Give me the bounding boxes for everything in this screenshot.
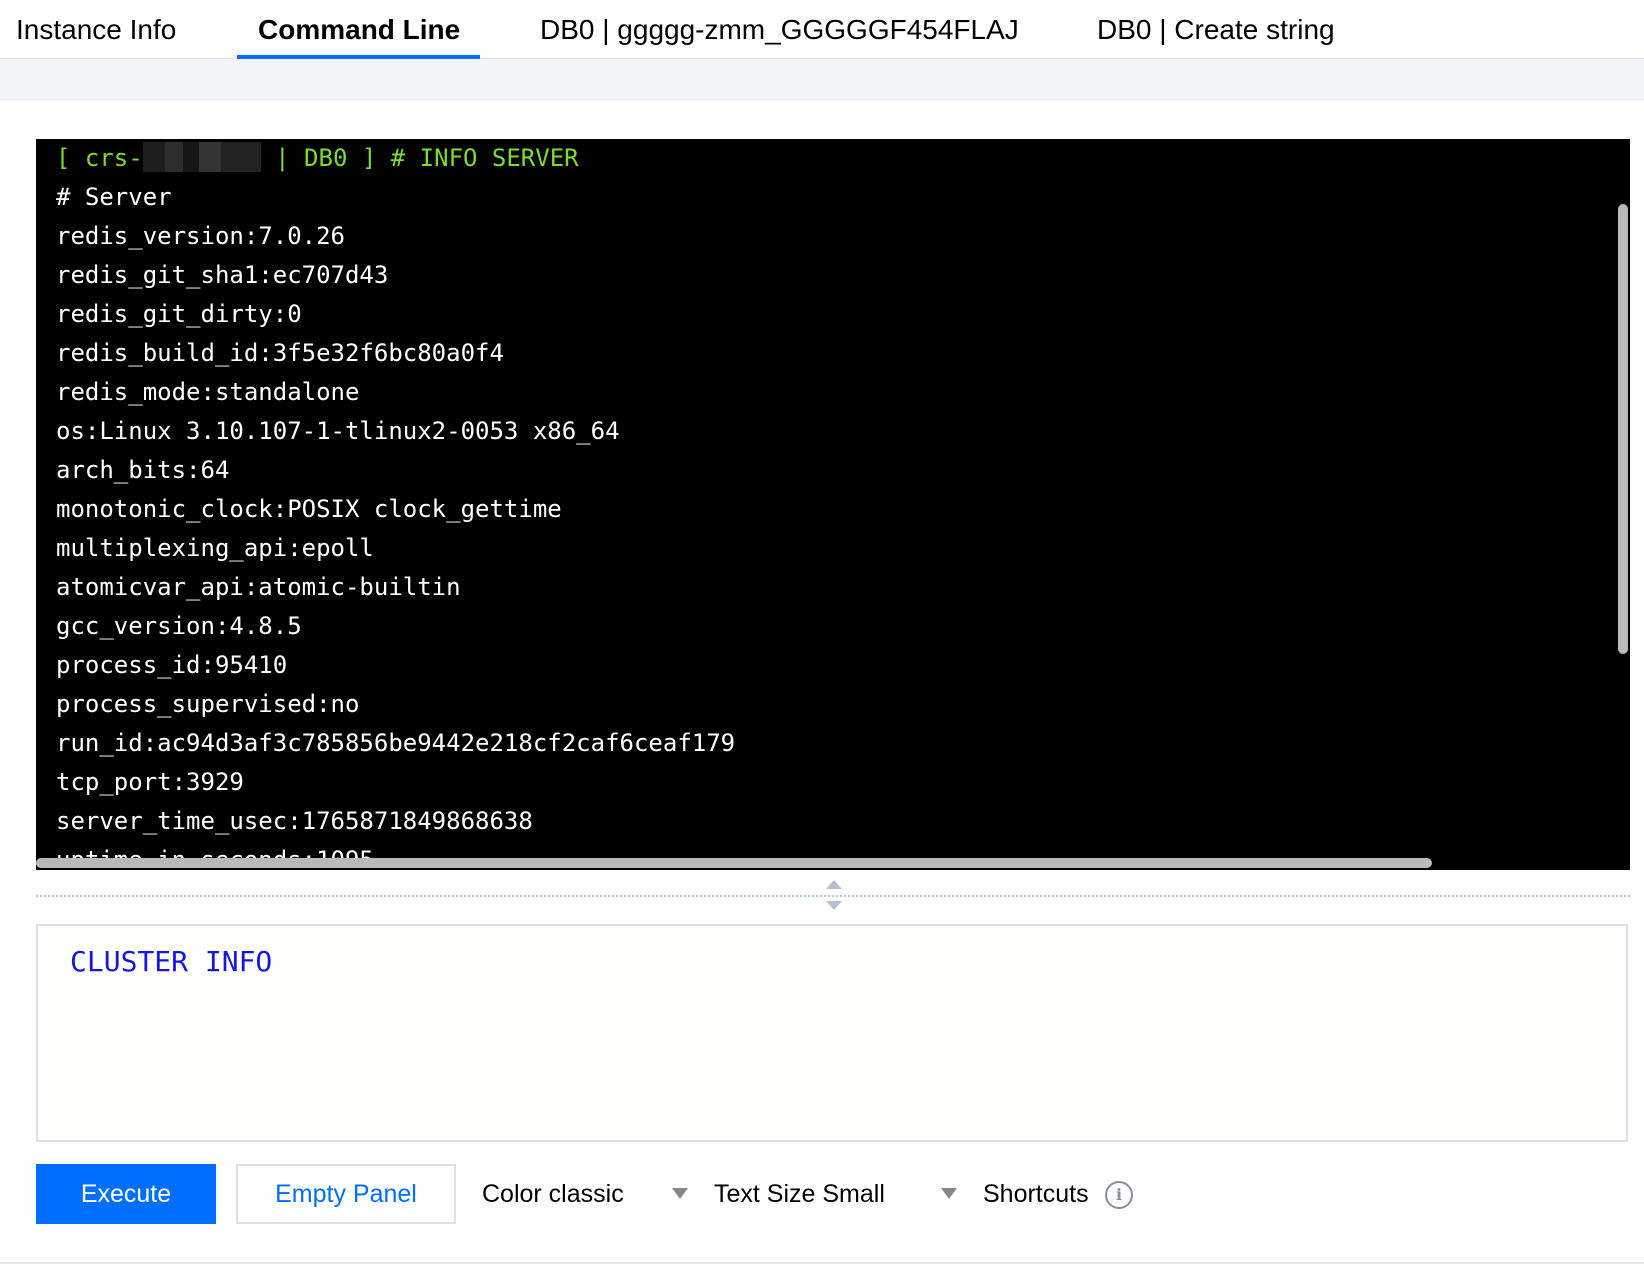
color-select-chevron-down-icon[interactable] [672, 1188, 688, 1199]
terminal-output-line: process_supervised:no [56, 690, 360, 718]
redacted-instance-name [142, 142, 261, 172]
execute-button[interactable]: Execute [36, 1164, 216, 1224]
sub-header-bar [0, 59, 1644, 100]
terminal-output[interactable]: [ crs- | DB0 ] # INFO SERVER # Server red… [36, 139, 1630, 870]
tab-instance-info[interactable]: Instance Info [16, 0, 176, 58]
tab-bar: Instance Info Command Line DB0 | ggggg-z… [0, 0, 1644, 59]
tab-db0-create-string[interactable]: DB0 | Create string [1097, 0, 1335, 58]
tab-command-line[interactable]: Command Line [258, 0, 460, 58]
bottom-divider [0, 1262, 1644, 1264]
terminal-output-line: # Server [56, 183, 172, 211]
terminal-output-line: gcc_version:4.8.5 [56, 612, 302, 640]
tab-db0-key[interactable]: DB0 | ggggg-zmm_GGGGGF454FLAJ [540, 0, 1019, 58]
empty-panel-button[interactable]: Empty Panel [236, 1164, 456, 1224]
prompt-open: [ crs- [56, 144, 143, 172]
info-icon[interactable]: i [1105, 1181, 1133, 1209]
terminal-output-line: monotonic_clock:POSIX clock_gettime [56, 495, 562, 523]
command-editor[interactable]: CLUSTER INFO [36, 924, 1628, 1142]
terminal-output-line: redis_build_id:3f5e32f6bc80a0f4 [56, 339, 504, 367]
terminal-output-line: os:Linux 3.10.107-1-tlinux2-0053 x86_64 [56, 417, 620, 445]
prompt-db: | DB0 ] [275, 144, 377, 172]
terminal-output-line: redis_version:7.0.26 [56, 222, 345, 250]
terminal-output-line: server_time_usec:1765871849868638 [56, 807, 533, 835]
arrow-up-icon [826, 880, 842, 889]
resize-handle-icon[interactable] [826, 880, 842, 912]
terminal-lines: [ crs- | DB0 ] # INFO SERVER # Server red… [56, 139, 735, 870]
terminal-prompt-line: [ crs- | DB0 ] # INFO SERVER [56, 139, 735, 178]
color-theme-select[interactable]: Color classic [482, 1164, 624, 1224]
command-editor-text[interactable]: CLUSTER INFO [70, 942, 272, 982]
text-size-select[interactable]: Text Size Small [714, 1164, 885, 1224]
terminal-output-line: redis_git_sha1:ec707d43 [56, 261, 389, 289]
terminal-output-line: atomicvar_api:atomic-builtin [56, 573, 461, 601]
terminal-output-line: redis_git_dirty:0 [56, 300, 302, 328]
arrow-down-icon [826, 901, 842, 910]
terminal-output-line: process_id:95410 [56, 651, 288, 679]
terminal-horizontal-scrollbar[interactable] [36, 858, 1432, 868]
terminal-output-line: run_id:ac94d3af3c785856be9442e218cf2caf6… [56, 729, 736, 757]
terminal-output-line: tcp_port:3929 [56, 768, 244, 796]
text-size-chevron-down-icon[interactable] [941, 1188, 957, 1199]
terminal-output-line: redis_mode:standalone [56, 378, 360, 406]
prompt-command: # INFO SERVER [390, 144, 579, 172]
terminal-vertical-scrollbar[interactable] [1618, 204, 1628, 654]
terminal-output-line: multiplexing_api:epoll [56, 534, 374, 562]
terminal-output-line: arch_bits:64 [56, 456, 230, 484]
shortcuts-label[interactable]: Shortcuts [983, 1164, 1089, 1224]
terminal-horizontal-scroll-track [36, 858, 1618, 870]
